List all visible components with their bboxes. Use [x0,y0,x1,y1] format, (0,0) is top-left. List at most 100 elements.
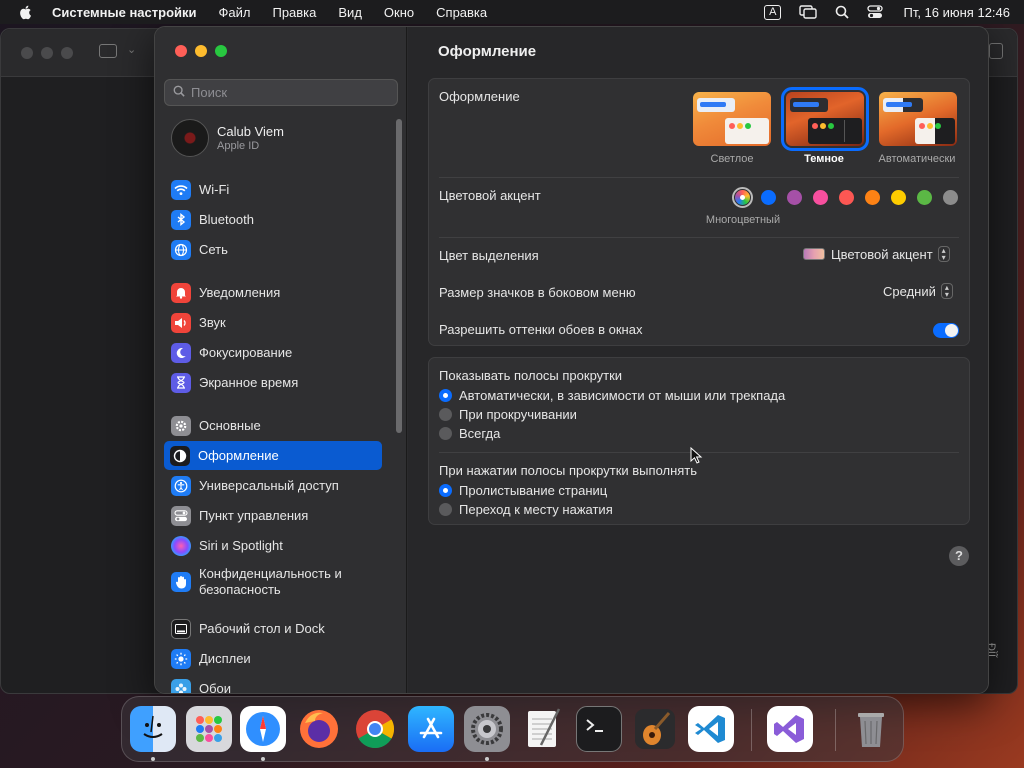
sidebar-item-notifications[interactable]: Уведомления [165,278,382,307]
accessibility-icon [171,475,191,496]
sidebar-item-appearance[interactable]: Оформление [164,441,382,470]
sidebar-item-privacy-security[interactable]: Конфиденциальность и безопасность [165,564,382,600]
sidebar-item-label: Пункт управления [199,508,309,523]
garageband-icon[interactable] [632,706,678,752]
menu-app-name[interactable]: Системные настройки [52,5,197,20]
accent-orange-swatch[interactable] [865,190,880,205]
accent-multicolor-swatch[interactable] [732,187,753,208]
accent-blue-swatch[interactable] [761,190,776,205]
sidebar-item-sound[interactable]: Звук [165,308,382,337]
finder-icon[interactable] [130,706,176,752]
search-input[interactable] [191,85,381,100]
appearance-option-dark[interactable] [781,87,869,151]
menu-file[interactable]: Файл [219,5,251,20]
sidebar-item-bluetooth[interactable]: Bluetooth [165,205,382,234]
vscode-icon[interactable] [688,706,734,752]
sidebar-item-wifi[interactable]: Wi-Fi [165,175,382,204]
sidebar-item-label: Звук [199,315,226,330]
close-button[interactable] [175,45,187,57]
menu-view[interactable]: Вид [338,5,362,20]
menu-edit[interactable]: Правка [272,5,316,20]
apple-menu-icon[interactable] [18,4,34,20]
scrollbars-when-scrolling-radio[interactable]: При прокручивании [439,407,577,422]
zoom-button[interactable] [215,45,227,57]
firefox-icon[interactable] [296,706,342,752]
appstore-icon[interactable] [408,706,454,752]
menu-help[interactable]: Справка [436,5,487,20]
bg-close-button[interactable] [21,47,33,59]
appearance-option-light[interactable] [693,92,771,146]
accent-purple-swatch[interactable] [787,190,802,205]
sidebar-icon-size-popup[interactable]: Средний ▴ ▾ [883,283,953,299]
show-scrollbars-label: Показывать полосы прокрутки [439,368,623,383]
radio-label: Всегда [459,426,501,441]
accent-yellow-swatch[interactable] [891,190,906,205]
radio-label: При прокручивании [459,407,577,422]
screen-mirroring-icon[interactable] [799,5,818,19]
sidebar-item-screen-time[interactable]: Экранное время [165,368,382,397]
sidebar-item-network[interactable]: Сеть [165,235,382,264]
scroll-click-jump-radio[interactable]: Переход к месту нажатия [439,502,613,517]
radio-button [439,503,452,516]
highlight-color-popup[interactable]: Цветовой акцент ▴ ▾ [803,246,950,262]
search-icon[interactable] [835,5,850,19]
search-field[interactable] [164,79,398,106]
sidebar-item-label: Siri и Spotlight [199,538,283,553]
scroll-click-next-page-radio[interactable]: Пролистывание страниц [439,483,607,498]
apple-id-account[interactable]: Calub Viem Apple ID [171,119,284,157]
menu-window[interactable]: Окно [384,5,414,20]
sidebar-item-accessibility[interactable]: Универсальный доступ [165,471,382,500]
appearance-icon [170,445,190,466]
running-indicator [261,757,265,761]
dock-separator [835,709,836,751]
input-source-icon[interactable]: A [764,4,782,20]
accent-green-swatch[interactable] [917,190,932,205]
sidebar-item-siri-spotlight[interactable]: Siri и Spotlight [165,531,382,560]
safari-icon[interactable] [240,706,286,752]
siri-icon [171,535,191,556]
sidebar-item-label-line2: безопасность [199,582,281,597]
sidebar-item-label: Wi-Fi [199,182,230,197]
speaker-icon [171,312,191,333]
menu-clock[interactable]: Пт, 16 июня 12:46 [903,5,1010,20]
sidebar-scrollbar[interactable] [396,119,402,433]
wallpaper-tint-toggle[interactable] [933,323,959,338]
sidebar-item-wallpaper[interactable]: Обои [165,674,382,694]
textedit-icon[interactable] [520,706,566,752]
page-title: Оформление [438,43,537,60]
globe-icon [171,239,191,260]
accent-selected-caption: Многоцветный [705,214,781,226]
minimize-button[interactable] [195,45,207,57]
appearance-option-auto[interactable] [879,92,957,146]
scrollbars-auto-radio[interactable]: Автоматически, в зависимости от мыши или… [439,388,785,403]
bg-zoom-button[interactable] [61,47,73,59]
wallpaper-tint-label: Разрешить оттенки обоев в окнах [439,322,643,337]
help-button[interactable]: ? [949,546,969,566]
sidebar-item-label: Уведомления [199,285,281,300]
sidebar-item-displays[interactable]: Дисплеи [165,644,382,673]
sidebar-item-general[interactable]: Основные [165,411,382,440]
visualstudio-icon[interactable] [767,706,813,752]
sun-icon [171,648,191,669]
trash-icon[interactable] [848,706,894,752]
sidebar-item-desktop-dock[interactable]: Рабочий стол и Dock [165,614,382,643]
control-center-icon[interactable] [867,5,884,19]
sidebar-item-control-center[interactable]: Пункт управления [165,501,382,530]
running-indicator [151,757,155,761]
launchpad-icon[interactable] [186,706,232,752]
terminal-icon[interactable] [576,706,622,752]
accent-red-swatch[interactable] [839,190,854,205]
accent-pink-swatch[interactable] [813,190,828,205]
accent-graphite-swatch[interactable] [943,190,958,205]
chrome-icon[interactable] [352,706,398,752]
bg-minimize-button[interactable] [41,47,53,59]
settings-icon[interactable] [464,706,510,752]
copy-icon[interactable] [989,43,1003,59]
sidebar-toggle-icon[interactable] [99,44,117,58]
sidebar-item-focus[interactable]: Фокусирование [165,338,382,367]
scrollbars-always-radio[interactable]: Всегда [439,426,500,441]
chevron-down-icon[interactable]: ⌄ [127,43,136,56]
mouse-cursor-icon [690,447,703,464]
sidebar: Calub Viem Apple ID Wi-Fi Bluetooth Сеть [155,27,407,693]
sidebar-item-label: Обои [199,681,232,694]
